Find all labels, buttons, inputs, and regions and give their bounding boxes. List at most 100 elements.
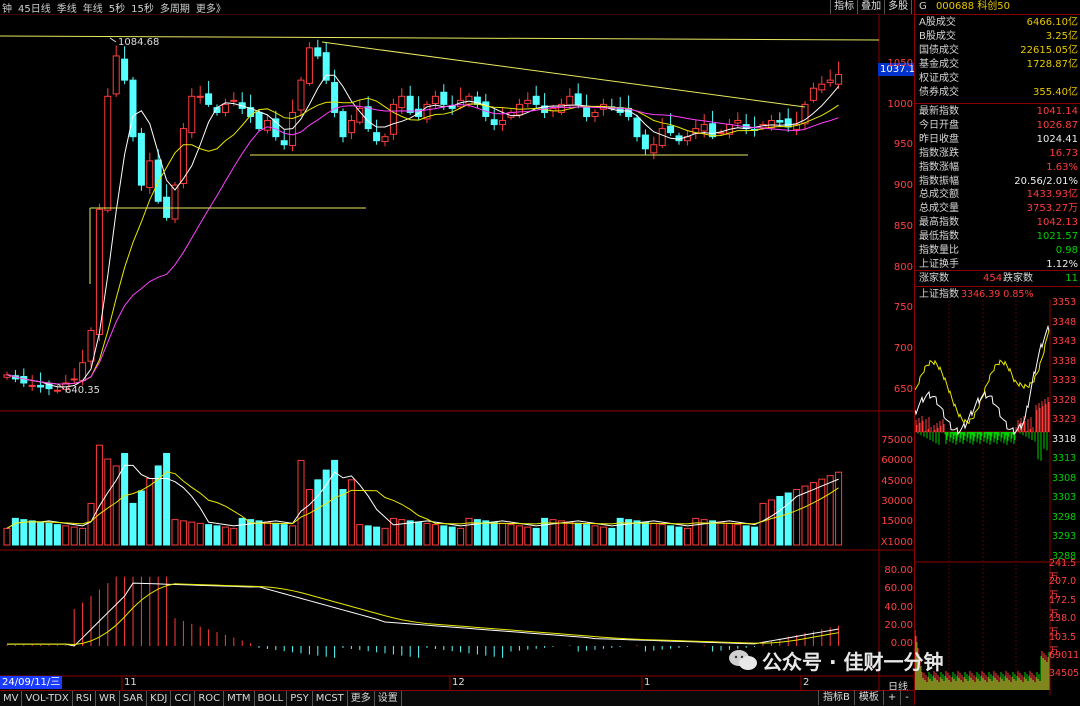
volume-bar — [70, 526, 78, 546]
axis-label: 3298 — [1052, 511, 1077, 523]
candle-body — [37, 384, 45, 388]
stat-label: A股成交 — [919, 17, 956, 28]
volume-bar — [583, 524, 591, 546]
candle-body — [734, 120, 742, 124]
up-count-value: 454 — [983, 273, 1003, 284]
candle-body — [524, 99, 532, 105]
period-tab-5[interactable]: 15秒 — [129, 0, 158, 15]
volume-bar — [53, 524, 61, 546]
volume-bar — [759, 502, 767, 546]
template-tab-0[interactable]: 指标B — [818, 690, 854, 705]
axis-label: 3318 — [1052, 433, 1077, 445]
indicator-tab-mcst[interactable]: MCST — [313, 691, 348, 706]
volume-bar — [20, 519, 28, 546]
stat-row: 最高指数 1042.13 — [915, 216, 1080, 230]
volume-bar — [364, 525, 372, 546]
stat-row: 昨日收盘 1024.41 — [915, 133, 1080, 147]
indicator-tab-kdj[interactable]: KDJ — [147, 691, 172, 706]
candle-body — [347, 120, 355, 134]
volume-bar — [37, 521, 45, 546]
candle-body — [314, 47, 322, 57]
stat-row: 指数涨幅 1.63% — [915, 161, 1080, 175]
stat-label: 权证成交 — [919, 72, 959, 84]
volume-bar — [591, 525, 599, 546]
volume-bar — [751, 526, 759, 546]
candle-body — [398, 95, 406, 109]
volume-bar — [373, 526, 381, 546]
indicator-tab-mv[interactable]: MV — [0, 691, 23, 706]
stat-row: 最低指数 1021.57 — [915, 230, 1080, 244]
volume-bar — [221, 526, 229, 546]
volume-bar — [776, 495, 784, 546]
axis-label: 3323 — [1052, 414, 1077, 425]
indicator-tab-rsi[interactable]: RSI — [73, 691, 96, 706]
stat-value: 22615.05亿 — [1020, 44, 1078, 56]
indicator-tab-psy[interactable]: PSY — [287, 691, 313, 706]
volume-bar — [557, 520, 565, 546]
volume-bar — [79, 527, 87, 546]
axis-label: 3338 — [1052, 355, 1077, 367]
volume-bar — [574, 522, 582, 546]
month-label: 2 — [803, 677, 810, 688]
axis-label: 700 — [893, 342, 913, 354]
stat-row: 今日开盘 1026.87 — [915, 119, 1080, 133]
cursor-date-tag: 24/09/11/三 — [0, 676, 63, 689]
toolbar-button-1[interactable]: 叠加 — [857, 0, 884, 14]
indicator-tab-cci[interactable]: CCI — [171, 691, 196, 706]
indicator-tab-设置[interactable]: 设置 — [375, 691, 402, 706]
toolbar-button-2[interactable]: 多股 — [884, 0, 911, 14]
indicator-tab-sar[interactable]: SAR — [120, 691, 148, 706]
stat-value: 16.73 — [1049, 147, 1078, 159]
period-tab-0[interactable]: 钟 — [0, 0, 16, 15]
period-tab-3[interactable]: 年线 — [81, 0, 107, 15]
candle-body — [53, 389, 61, 392]
group-tag: G — [919, 1, 927, 12]
volume-bar — [238, 517, 246, 546]
template-tab-1[interactable]: 模板 — [853, 690, 883, 705]
toolbar-button-0[interactable]: 指标 — [830, 0, 857, 14]
candle-body — [574, 93, 582, 105]
period-tab-2[interactable]: 季线 — [55, 0, 81, 15]
kline-chart[interactable] — [0, 14, 914, 690]
axis-label: 650 — [893, 383, 913, 395]
axis-label: 3333 — [1052, 375, 1077, 386]
indicator-tab-roc[interactable]: ROC — [195, 691, 225, 706]
index-code-name[interactable]: 000688 科创50 — [930, 1, 1010, 12]
dif-line — [7, 582, 839, 647]
candle-body — [129, 79, 137, 138]
volume-bar — [742, 525, 750, 546]
volume-bar — [314, 479, 322, 546]
template-tab-3[interactable]: - — [900, 690, 913, 705]
axis-label: 3343 — [1052, 336, 1077, 347]
indicator-tab-boll[interactable]: BOLL — [255, 691, 288, 706]
volume-bar — [188, 521, 196, 546]
period-tab-4[interactable]: 5秒 — [107, 0, 129, 15]
candle-body — [591, 111, 599, 117]
template-tab-2[interactable]: + — [882, 690, 900, 705]
candle-body — [263, 120, 271, 131]
volume-bar — [305, 489, 313, 546]
indicator-tab-更多[interactable]: 更多 — [348, 691, 375, 706]
volume-bar — [205, 524, 213, 546]
stat-value: 6466.10亿 — [1026, 17, 1078, 28]
candle-body — [641, 134, 649, 150]
indicator-tab-wr[interactable]: WR — [96, 691, 120, 706]
stat-label: 国债成交 — [919, 44, 959, 56]
period-tab-6[interactable]: 多周期 — [158, 0, 194, 15]
period-tab-7[interactable]: 更多》 — [194, 0, 230, 15]
stat-value: 0.98 — [1055, 245, 1078, 256]
indicator-tab-vol-tdx[interactable]: VOL-TDX — [22, 691, 73, 706]
month-label: 1 — [644, 677, 651, 688]
axis-label: 1050 — [887, 58, 913, 69]
axis-label: 75000 — [881, 435, 913, 446]
candle-body — [112, 55, 120, 95]
low-price-label: 640.35 — [65, 385, 100, 396]
volume-bar — [137, 490, 145, 546]
stat-label: B股成交 — [919, 30, 956, 42]
down-count-value: 11 — [1065, 273, 1078, 284]
period-tab-1[interactable]: 45日线 — [16, 0, 55, 15]
volume-bar — [112, 465, 120, 546]
volume-bar — [826, 475, 834, 546]
stat-row: 基金成交 1728.87亿 — [915, 58, 1080, 72]
indicator-tab-mtm[interactable]: MTM — [224, 691, 255, 706]
